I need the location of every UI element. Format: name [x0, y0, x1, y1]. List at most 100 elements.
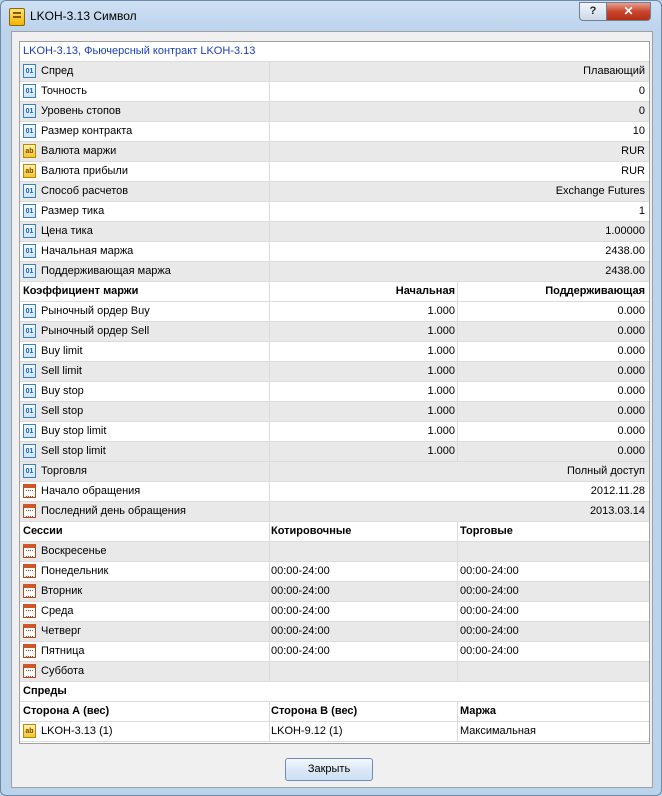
column-separator: [269, 722, 270, 741]
close-button[interactable]: Закрыть: [285, 758, 373, 781]
trading-row[interactable]: 01 Торговля Полный доступ: [20, 462, 649, 482]
session-trades: [460, 662, 645, 681]
column-separator: [269, 322, 270, 341]
margin-row[interactable]: 01 Buy limit 1.000 0.000: [20, 342, 649, 362]
property-row[interactable]: 01 Начальная маржа 2438.00: [20, 242, 649, 262]
session-day: Суббота: [41, 665, 85, 677]
calendar-icon: [23, 624, 36, 638]
margin-label: Buy stop limit: [41, 425, 107, 437]
margin-row[interactable]: 01 Рыночный ордер Sell 1.000 0.000: [20, 322, 649, 342]
margin-initial-value: 1.000: [427, 305, 455, 317]
help-button[interactable]: ?: [579, 2, 607, 21]
numeric-icon: 01: [23, 64, 36, 78]
margin-initial-value: 1.000: [427, 325, 455, 337]
symbol-header-link[interactable]: LKOH-3.13, Фьючерсный контракт LKOH-3.13: [23, 42, 255, 61]
column-separator: [457, 662, 458, 681]
margin-label: Рыночный ордер Buy: [41, 305, 150, 317]
session-row[interactable]: Вторник 00:00-24:00 00:00-24:00: [20, 582, 649, 602]
numeric-icon: 01: [23, 404, 36, 418]
spread-row[interactable]: ab LKOH-3.13 (1) LKOH-9.12 (1) Максимальная: [20, 722, 649, 742]
property-value: Exchange Futures: [555, 185, 645, 197]
margin-maintenance-value: 0.000: [617, 425, 645, 437]
session-row[interactable]: Пятница 00:00-24:00 00:00-24:00: [20, 642, 649, 662]
column-separator: [457, 602, 458, 621]
margin-maintenance-value: 0.000: [617, 345, 645, 357]
property-label: Валюта маржи: [41, 145, 117, 157]
margin-header-row: Коэффициент маржи Начальная Поддерживающая: [20, 282, 649, 302]
column-separator: [269, 662, 270, 681]
property-label: Спред: [41, 65, 74, 77]
property-row[interactable]: 01 Размер тика 1: [20, 202, 649, 222]
column-separator: [269, 562, 270, 581]
property-row[interactable]: ab Валюта маржи RUR: [20, 142, 649, 162]
spreads-title-row: Спреды: [20, 682, 649, 702]
session-row[interactable]: Четверг 00:00-24:00 00:00-24:00: [20, 622, 649, 642]
column-separator: [269, 702, 270, 721]
column-separator: [457, 442, 458, 461]
margin-maintenance-value: 0.000: [617, 385, 645, 397]
trading-value: 2013.03.14: [589, 505, 645, 517]
property-row[interactable]: 01 Уровень стопов 0: [20, 102, 649, 122]
property-row[interactable]: ab Валюта прибыли RUR: [20, 162, 649, 182]
session-quotes: 00:00-24:00: [271, 625, 330, 637]
column-separator: [269, 582, 270, 601]
column-separator: [269, 502, 270, 521]
trading-value: 2012.11.28: [590, 485, 645, 497]
trading-row[interactable]: Начало обращения 2012.11.28: [20, 482, 649, 502]
calendar-icon: [23, 584, 36, 598]
session-day: Воскресенье: [41, 545, 107, 557]
property-row[interactable]: 01 Способ расчетов Exchange Futures: [20, 182, 649, 202]
numeric-icon: 01: [23, 304, 36, 318]
trading-row[interactable]: Последний день обращения 2013.03.14: [20, 502, 649, 522]
numeric-icon: 01: [23, 364, 36, 378]
sessions-header-day: Сессии: [23, 525, 63, 537]
property-label: Точность: [41, 85, 87, 97]
string-icon: ab: [23, 144, 36, 158]
column-separator: [457, 402, 458, 421]
numeric-icon: 01: [23, 424, 36, 438]
property-value: 2438.00: [605, 265, 645, 277]
property-row[interactable]: 01 Размер контракта 10: [20, 122, 649, 142]
margin-row[interactable]: 01 Sell stop 1.000 0.000: [20, 402, 649, 422]
numeric-icon: 01: [23, 464, 36, 478]
symbol-header-row: LKOH-3.13, Фьючерсный контракт LKOH-3.13: [20, 42, 649, 62]
calendar-icon: [23, 564, 36, 578]
title-bar[interactable]: LKOH-3.13 Символ ? ✕: [1, 1, 661, 31]
property-row[interactable]: 01 Точность 0: [20, 82, 649, 102]
calendar-icon: [23, 604, 36, 618]
property-value: RUR: [621, 165, 645, 177]
property-row[interactable]: 01 Поддерживающая маржа 2438.00: [20, 262, 649, 282]
column-separator: [457, 422, 458, 441]
session-row[interactable]: Среда 00:00-24:00 00:00-24:00: [20, 602, 649, 622]
column-separator: [269, 402, 270, 421]
margin-row[interactable]: 01 Sell stop limit 1.000 0.000: [20, 442, 649, 462]
column-separator: [457, 562, 458, 581]
property-label: Начальная маржа: [41, 245, 134, 257]
column-separator: [457, 622, 458, 641]
property-row[interactable]: 01 Спред Плавающий: [20, 62, 649, 82]
margin-row[interactable]: 01 Рыночный ордер Buy 1.000 0.000: [20, 302, 649, 322]
session-row[interactable]: Суббота: [20, 662, 649, 682]
property-label: Размер тика: [41, 205, 105, 217]
property-label: Уровень стопов: [41, 105, 121, 117]
sessions-header-trades: Торговые: [460, 525, 513, 537]
string-icon: ab: [23, 164, 36, 178]
dialog-content: LKOH-3.13, Фьючерсный контракт LKOH-3.13…: [11, 31, 653, 788]
spreads-header-row: Сторона А (вес) Сторона B (вес) Маржа: [20, 702, 649, 722]
property-label: Способ расчетов: [41, 185, 129, 197]
margin-row[interactable]: 01 Buy stop limit 1.000 0.000: [20, 422, 649, 442]
property-row[interactable]: 01 Цена тика 1.00000: [20, 222, 649, 242]
column-separator: [269, 282, 270, 301]
session-row[interactable]: Воскресенье: [20, 542, 649, 562]
margin-row[interactable]: 01 Buy stop 1.000 0.000: [20, 382, 649, 402]
session-row[interactable]: Понедельник 00:00-24:00 00:00-24:00: [20, 562, 649, 582]
margin-row[interactable]: 01 Sell limit 1.000 0.000: [20, 362, 649, 382]
property-value: Плавающий: [583, 65, 645, 77]
window-close-button[interactable]: ✕: [606, 2, 651, 21]
margin-label: Sell stop: [41, 405, 84, 417]
symbol-properties-grid: LKOH-3.13, Фьючерсный контракт LKOH-3.13…: [19, 41, 650, 744]
numeric-icon: 01: [23, 84, 36, 98]
margin-initial-value: 1.000: [427, 345, 455, 357]
symbol-app-icon: [9, 8, 25, 26]
calendar-icon: [23, 484, 36, 498]
